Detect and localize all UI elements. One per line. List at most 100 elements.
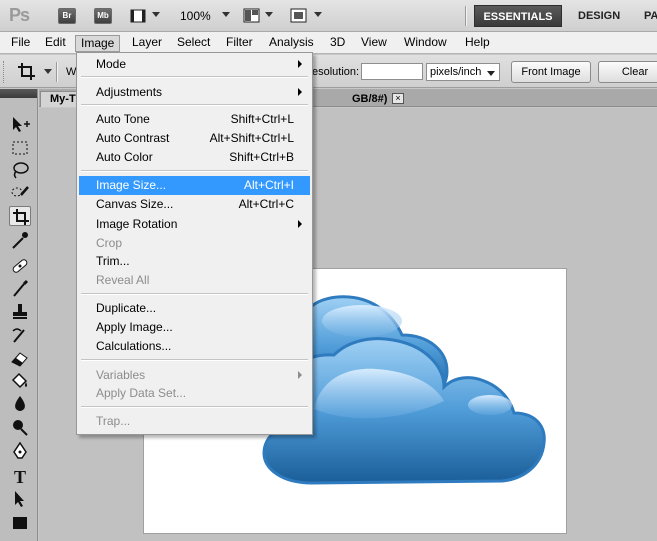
menu-auto-contrast[interactable]: Auto Contrast Alt+Shift+Ctrl+L bbox=[79, 129, 310, 148]
menu-canvas-size[interactable]: Canvas Size... Alt+Ctrl+C bbox=[79, 195, 310, 214]
menu-apply-data-set-label: Apply Data Set... bbox=[96, 386, 187, 400]
menu-calculations-label: Calculations... bbox=[96, 339, 172, 353]
menu-analysis[interactable]: Analysis bbox=[264, 35, 319, 52]
menu-auto-color-shortcut: Shift+Ctrl+B bbox=[229, 150, 294, 164]
resolution-input[interactable] bbox=[361, 63, 423, 80]
menu-image[interactable]: Image bbox=[75, 35, 121, 52]
menu-file[interactable]: File bbox=[6, 35, 35, 52]
menu-canvas-size-label: Canvas Size... bbox=[96, 197, 174, 211]
menu-auto-color-label: Auto Color bbox=[96, 150, 153, 164]
menu-edit[interactable]: Edit bbox=[40, 35, 71, 52]
menu-trim-label: Trim... bbox=[96, 254, 130, 268]
close-icon[interactable]: × bbox=[392, 93, 404, 104]
bridge-button[interactable]: Br bbox=[58, 8, 76, 24]
menu-select[interactable]: Select bbox=[172, 35, 215, 52]
menu-separator bbox=[81, 293, 308, 295]
crop-tool-icon[interactable] bbox=[9, 206, 31, 226]
paint-bucket-tool-icon[interactable] bbox=[9, 371, 31, 391]
menu-apply-image-label: Apply Image... bbox=[96, 320, 173, 334]
menu-adjustments-label: Adjustments bbox=[96, 85, 163, 99]
menu-variables-label: Variables bbox=[96, 368, 146, 382]
menu-auto-tone[interactable]: Auto Tone Shift+Ctrl+L bbox=[79, 110, 310, 129]
menu-image-rotation[interactable]: Image Rotation bbox=[79, 215, 310, 234]
submenu-arrow-icon bbox=[298, 88, 302, 96]
tools-panel-header[interactable] bbox=[0, 89, 37, 98]
appbar-divider bbox=[465, 6, 467, 26]
menu-image-size[interactable]: Image Size... Alt+Ctrl+I bbox=[79, 176, 310, 195]
resolution-unit-select[interactable]: pixels/inch bbox=[426, 63, 500, 81]
menu-apply-image[interactable]: Apply Image... bbox=[79, 318, 310, 337]
options-divider bbox=[56, 62, 58, 82]
menu-filter[interactable]: Filter bbox=[221, 35, 258, 52]
menu-3d[interactable]: 3D bbox=[325, 35, 350, 52]
photoshop-logo: Ps bbox=[9, 5, 30, 25]
menu-separator bbox=[81, 170, 308, 172]
crop-preset-icon[interactable] bbox=[16, 61, 38, 81]
workspace-design[interactable]: DESIGN bbox=[570, 5, 628, 27]
menu-canvas-size-shortcut: Alt+Ctrl+C bbox=[238, 197, 294, 211]
path-selection-tool-icon[interactable] bbox=[9, 489, 31, 509]
pen-tool-icon[interactable] bbox=[9, 441, 31, 461]
clone-stamp-tool-icon[interactable] bbox=[9, 302, 31, 322]
lasso-tool-icon[interactable] bbox=[9, 160, 31, 180]
menu-calculations[interactable]: Calculations... bbox=[79, 337, 310, 356]
marquee-tool-icon[interactable] bbox=[9, 138, 31, 158]
menu-separator bbox=[81, 359, 308, 361]
menu-view[interactable]: View bbox=[356, 35, 392, 52]
menu-auto-tone-shortcut: Shift+Ctrl+L bbox=[230, 112, 294, 126]
menu-auto-contrast-label: Auto Contrast bbox=[96, 131, 170, 145]
brush-tool-icon[interactable] bbox=[9, 279, 31, 299]
eyedropper-tool-icon[interactable] bbox=[9, 230, 31, 250]
menu-crop: Crop bbox=[79, 234, 310, 253]
view-extras-dropdown-icon[interactable] bbox=[152, 12, 160, 17]
arrange-dropdown-icon[interactable] bbox=[265, 12, 273, 17]
svg-text:T: T bbox=[14, 467, 26, 486]
crop-preset-dropdown-icon[interactable] bbox=[44, 69, 52, 74]
workspace-essentials[interactable]: ESSENTIALS bbox=[474, 5, 562, 27]
zoom-dropdown-icon[interactable] bbox=[222, 12, 230, 17]
clear-button[interactable]: Clear bbox=[598, 61, 657, 83]
workspace-painting[interactable]: PA bbox=[636, 5, 657, 27]
submenu-arrow-icon bbox=[298, 220, 302, 228]
screen-mode-icon[interactable] bbox=[290, 8, 308, 24]
zoom-level[interactable]: 100% bbox=[180, 9, 211, 23]
menu-auto-tone-label: Auto Tone bbox=[96, 112, 150, 126]
mini-bridge-button[interactable]: Mb bbox=[94, 8, 112, 24]
menu-auto-color[interactable]: Auto Color Shift+Ctrl+B bbox=[79, 148, 310, 167]
front-image-button[interactable]: Front Image bbox=[511, 61, 591, 83]
arrange-documents-icon[interactable] bbox=[243, 8, 261, 24]
menu-window[interactable]: Window bbox=[399, 35, 452, 52]
menu-image-size-label: Image Size... bbox=[96, 178, 167, 192]
healing-brush-tool-icon[interactable] bbox=[9, 256, 31, 276]
view-extras-icon[interactable] bbox=[130, 8, 148, 24]
menu-separator bbox=[81, 406, 308, 408]
move-tool-icon[interactable] bbox=[9, 115, 31, 135]
menu-apply-data-set: Apply Data Set... bbox=[79, 384, 310, 403]
dodge-tool-icon[interactable] bbox=[9, 417, 31, 437]
type-tool-icon[interactable]: T bbox=[9, 466, 31, 487]
menu-mode[interactable]: Mode bbox=[79, 55, 310, 74]
menu-image-size-shortcut: Alt+Ctrl+I bbox=[243, 178, 294, 192]
resolution-unit-value: pixels/inch bbox=[430, 66, 482, 78]
menu-layer[interactable]: Layer bbox=[127, 35, 167, 52]
menu-adjustments[interactable]: Adjustments bbox=[79, 83, 310, 102]
menu-help[interactable]: Help bbox=[460, 35, 495, 52]
menu-crop-label: Crop bbox=[96, 236, 123, 250]
menu-separator bbox=[81, 104, 308, 106]
options-bar-grip[interactable] bbox=[3, 61, 6, 83]
menu-bar: File Edit Image Layer Select Filter Anal… bbox=[0, 32, 657, 54]
chevron-down-icon bbox=[487, 71, 495, 76]
screen-mode-dropdown-icon[interactable] bbox=[314, 12, 322, 17]
menu-variables: Variables bbox=[79, 366, 310, 385]
width-label: W bbox=[66, 66, 77, 78]
document-tab-mode: GB/8#) bbox=[352, 93, 388, 105]
application-bar: Ps Br Mb 100% ESSENTIALS DESIGN PA bbox=[0, 0, 657, 32]
rectangle-tool-icon[interactable] bbox=[9, 513, 31, 533]
menu-duplicate[interactable]: Duplicate... bbox=[79, 299, 310, 318]
history-brush-tool-icon[interactable] bbox=[9, 325, 31, 345]
quick-selection-tool-icon[interactable] bbox=[9, 183, 31, 203]
eraser-tool-icon[interactable] bbox=[9, 348, 31, 368]
blur-tool-icon[interactable] bbox=[9, 394, 31, 414]
submenu-arrow-icon bbox=[298, 371, 302, 379]
menu-trim[interactable]: Trim... bbox=[79, 252, 310, 271]
